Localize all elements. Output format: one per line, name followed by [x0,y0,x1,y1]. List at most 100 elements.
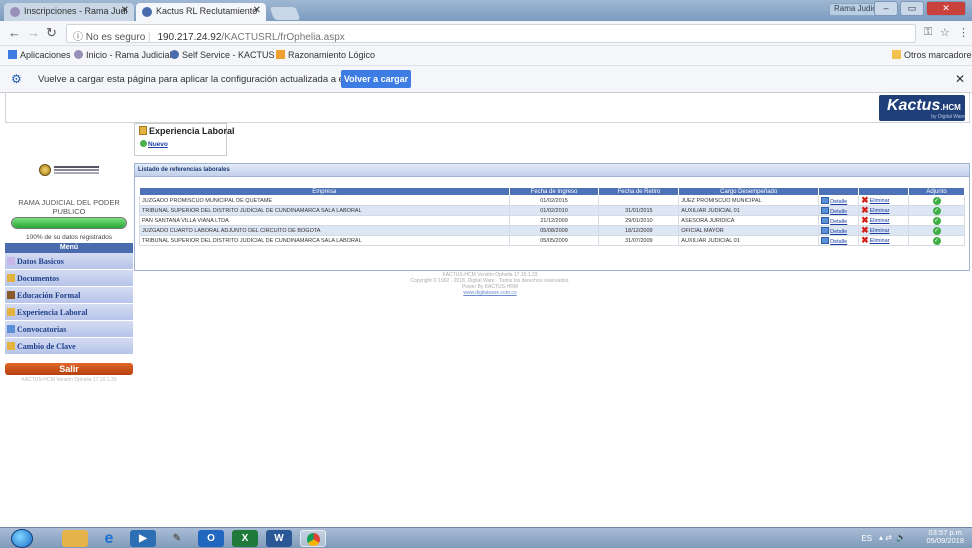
sidebar-item-label: Convocatorias [17,325,67,334]
attachment-cell[interactable]: ✓ [908,195,965,206]
kactus-icon [170,50,179,59]
language-indicator[interactable]: ES [861,534,872,543]
menu-item-icon [7,342,15,350]
cell-retiro: 31/01/2015 [598,205,680,216]
detail-link[interactable]: Detalle [818,235,860,246]
browser-tab-active[interactable]: Kactus RL Reclutamiento ✕ [136,3,266,21]
other-bookmarks[interactable]: Otros marcadores [892,50,972,60]
delete-label: Eliminar [869,218,890,224]
delete-link[interactable]: ✖Eliminar [858,225,910,236]
close-icon[interactable]: ✕ [955,72,965,86]
folder-icon [892,50,901,59]
bookmark-apps[interactable]: Aplicaciones [8,50,71,60]
detail-link[interactable]: Detalle [818,215,860,226]
attachment-cell[interactable]: ✓ [908,205,965,216]
bookmark-self-service[interactable]: Self Service - KACTUS [170,50,275,60]
logo-subtitle: by Digital Ware [931,114,965,120]
panel-title: Listado de referencias laborales [135,164,969,177]
delete-link[interactable]: ✖Eliminar [858,215,910,226]
file-explorer-icon[interactable] [62,530,88,547]
cell-empresa: TRIBUNAL SUPERIOR DEL DISTRITO JUDICIAL … [139,205,510,216]
footer-link[interactable]: www.digitalware.com.co [360,290,620,296]
close-window-button[interactable]: ✕ [926,1,966,16]
detail-label: Detalle [830,228,848,235]
sidebar-item-2[interactable]: Educación Formal [5,287,133,304]
media-player-icon[interactable]: ▶ [130,530,156,547]
menu-item-icon [7,274,15,282]
new-experience-button[interactable]: Nuevo [140,140,168,148]
sidebar-item-1[interactable]: Documentos [5,270,133,287]
attachment-cell[interactable]: ✓ [908,215,965,226]
attachment-cell[interactable]: ✓ [908,235,965,246]
chrome-icon[interactable] [300,530,326,547]
forward-arrow-icon[interactable]: → [27,25,40,40]
folder-icon [139,126,147,135]
sidebar-menu: Datos Basicos Documentos Educación Formal E… [5,253,133,355]
info-icon[interactable]: ⓘ [73,32,83,43]
close-tab-icon[interactable]: ✕ [121,5,129,16]
cell-empresa: JUZGADO PROMISCUO MUNICIPAL DE QUETAME [139,195,510,206]
star-icon[interactable]: ☆ [940,26,950,39]
close-tab-icon[interactable]: ✕ [253,5,261,16]
reload-button[interactable]: Volver a cargar [341,70,411,88]
rama-judicial-seal [39,164,101,176]
delete-link[interactable]: ✖Eliminar [858,235,910,246]
progress-text: 100% de su datos registrados [26,234,112,241]
minimize-button[interactable]: – [874,1,898,16]
key-icon[interactable]: ⚿ [924,26,932,39]
check-icon: ✓ [932,206,941,215]
reload-infobar: ⚙ Vuelve a cargar esta página para aplic… [0,66,972,93]
attachment-cell[interactable]: ✓ [908,225,965,236]
delete-label: Eliminar [869,198,890,204]
cell-cargo: JUEZ PROMISCUO MUNICIPAL [678,195,820,206]
logout-button[interactable]: Salir [5,363,133,375]
bookmark-razonamiento[interactable]: Razonamiento Lógico [276,50,375,60]
menu-item-icon [7,291,15,299]
menu-dots-icon[interactable]: ⋮ [958,26,969,39]
cell-cargo: AUXILIAR JUDICIAL 01 [678,205,820,216]
word-icon[interactable]: W [266,530,292,547]
cell-retiro: 29/01/2010 [598,215,680,226]
column-header: Adjunto [908,187,965,196]
reload-icon[interactable]: ↻ [46,25,57,41]
sidebar-item-5[interactable]: Cambio de Clave [5,338,133,355]
volume-icon[interactable]: 🔈 [896,533,906,542]
cell-cargo: OFICIAL MAYOR [678,225,820,236]
delete-x-icon: ✖ [861,215,869,225]
detail-label: Detalle [830,218,848,225]
sidebar-item-3[interactable]: Experiencia Laboral [5,304,133,321]
check-icon: ✓ [932,236,941,245]
detail-label: Detalle [830,208,848,215]
start-button[interactable] [11,529,33,548]
column-header: Fecha de Retiro [598,187,680,196]
page-header: Kactus.HCM by Digital Ware [5,93,970,123]
tools-icon[interactable]: ✎ [164,530,190,547]
new-tab-button[interactable] [269,7,301,20]
maximize-button[interactable]: ▭ [900,1,924,16]
column-header: Fecha de Ingreso [508,187,600,196]
cell-retiro: 18/12/2009 [598,225,680,236]
browser-tab[interactable]: Inscripciones - Rama Judi ✕ [4,3,134,21]
detail-link[interactable]: Detalle [818,205,860,216]
section-header: Experiencia Laboral Nuevo [134,123,235,156]
cell-cargo: AUXILIAR JUDICIAL 01 [678,235,820,246]
url-field[interactable]: ⓘ No es seguro | 190.217.24.92/KACTUSRL/… [66,24,916,43]
network-icon[interactable]: ▴ ⇄ [879,533,892,542]
bookmark-rama-judicial[interactable]: Inicio - Rama Judicial [74,50,172,60]
cell-ingreso: 21/12/2009 [508,215,600,226]
delete-link[interactable]: ✖Eliminar [858,205,910,216]
cell-retiro [598,195,680,206]
bookmarks-bar: Aplicaciones Inicio - Rama Judicial Self… [0,46,972,66]
excel-icon[interactable]: X [232,530,258,547]
outlook-icon[interactable]: O [198,530,224,547]
clock[interactable]: 03:57 p.m. 05/09/2018 [926,529,964,545]
detail-link[interactable]: Detalle [818,195,860,206]
delete-link[interactable]: ✖Eliminar [858,195,910,206]
detail-link[interactable]: Detalle [818,225,860,236]
menu-item-icon [7,325,15,333]
internet-explorer-icon[interactable]: e [96,530,122,547]
cell-ingreso: 01/02/2010 [508,205,600,216]
back-arrow-icon[interactable]: ← [8,25,21,40]
sidebar-item-4[interactable]: Convocatorias [5,321,133,338]
sidebar-item-0[interactable]: Datos Basicos [5,253,133,270]
